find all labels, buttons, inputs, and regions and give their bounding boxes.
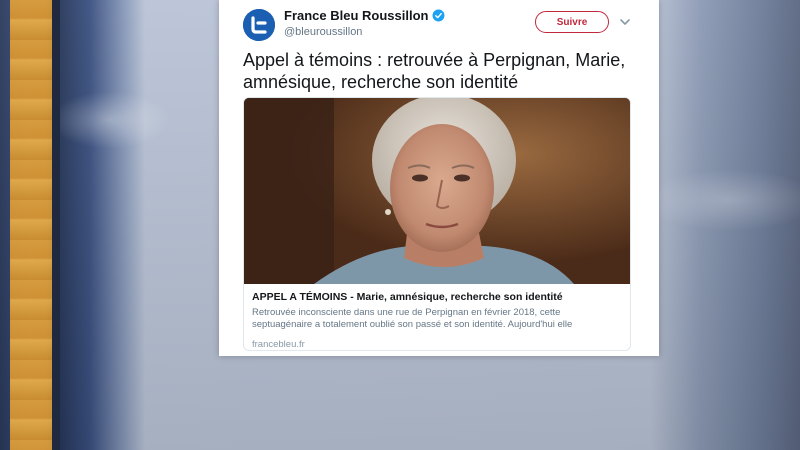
verified-badge-icon [432, 9, 445, 22]
card-body: APPEL A TÉMOINS - Marie, amnésique, rech… [244, 284, 630, 350]
follow-button[interactable]: Suivre [535, 11, 609, 33]
tweet-text: Appel à témoins : retrouvée à Perpignan,… [243, 50, 626, 92]
chevron-down-icon[interactable] [619, 16, 631, 28]
background-dark-stripe [52, 0, 60, 450]
france-bleu-logo-icon [243, 9, 275, 41]
tweet-card: France Bleu Roussillon @bleuroussillon S… [219, 0, 659, 356]
account-handle[interactable]: @bleuroussillon [284, 26, 362, 38]
card-title[interactable]: APPEL A TÉMOINS - Marie, amnésique, rech… [252, 290, 622, 304]
woman-portrait-photo [244, 98, 630, 284]
card-description: Retrouvée inconsciente dans une rue de P… [252, 307, 573, 330]
background-amber-panel [10, 0, 52, 450]
account-name-row[interactable]: France Bleu Roussillon [284, 8, 445, 23]
avatar[interactable] [243, 9, 275, 41]
card-image [244, 98, 630, 284]
account-name[interactable]: France Bleu Roussillon [284, 8, 428, 23]
link-preview-card[interactable]: APPEL A TÉMOINS - Marie, amnésique, rech… [243, 97, 631, 351]
card-domain[interactable]: francebleu.fr [252, 339, 622, 350]
